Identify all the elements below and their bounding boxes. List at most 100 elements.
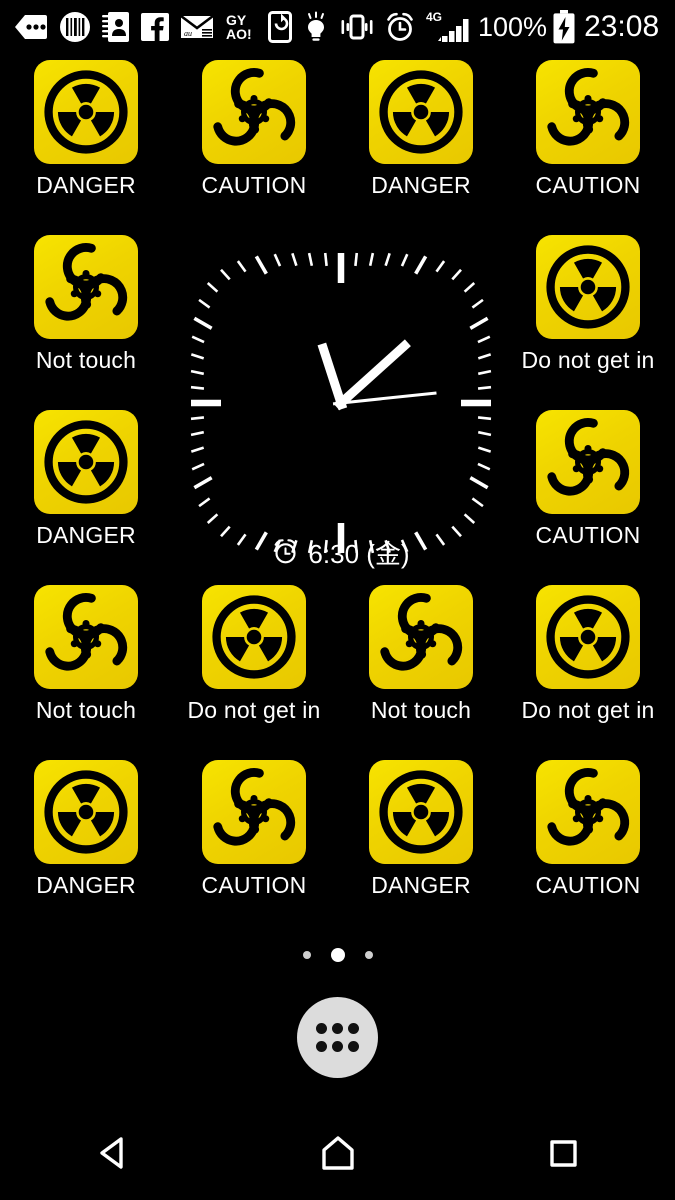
apps-grid-icon-dot (348, 1041, 360, 1053)
radiation-icon (34, 760, 138, 864)
radiation-icon (369, 60, 473, 164)
page-indicator[interactable] (0, 945, 675, 965)
radiation-icon (202, 585, 306, 689)
biohazard-symbol (212, 768, 296, 846)
app-label: Do not get in (187, 697, 321, 723)
recents-icon[interactable] (503, 1113, 623, 1193)
email-icon: au (180, 14, 214, 40)
radiation-icon (34, 60, 138, 164)
barcode-circle-icon (59, 11, 91, 43)
app-icon-do-not-get-in[interactable]: Do not get in (504, 235, 672, 410)
radiation-symbol (44, 420, 128, 504)
app-icon-not-touch[interactable]: Not touch (2, 585, 170, 760)
app-icon-not-touch[interactable]: Not touch (2, 235, 170, 410)
app-icon-do-not-get-in[interactable]: Do not get in (170, 585, 338, 760)
app-icon-caution[interactable]: CAUTION (504, 760, 672, 935)
app-label: CAUTION (535, 522, 641, 548)
app-drawer-button[interactable] (297, 997, 378, 1078)
app-label: CAUTION (535, 872, 641, 898)
screen-rotate-icon (268, 11, 292, 43)
biohazard-icon (34, 235, 138, 339)
app-icon-danger[interactable]: DANGER (337, 60, 505, 235)
app-label: Not touch (35, 347, 137, 373)
facebook-icon (141, 13, 169, 41)
navigation-bar[interactable] (0, 1105, 675, 1200)
app-icon-caution[interactable]: CAUTION (504, 410, 672, 585)
light-bulb-icon (303, 11, 329, 43)
biohazard-symbol (546, 768, 630, 846)
app-icon-danger[interactable]: DANGER (2, 410, 170, 585)
page-dot-0[interactable] (302, 951, 311, 959)
radiation-icon (369, 760, 473, 864)
biohazard-symbol (212, 68, 296, 146)
app-label: Do not get in (521, 347, 655, 373)
biohazard-symbol (379, 593, 463, 671)
radiation-icon (34, 410, 138, 514)
biohazard-icon (536, 60, 640, 164)
app-label: Not touch (35, 697, 137, 723)
status-bar[interactable]: au GY AO! 4G 100% 23:08 (0, 0, 675, 54)
app-label: DANGER (371, 872, 471, 898)
alarm-time-label: 6:30 (金) (308, 539, 410, 569)
biohazard-icon (536, 410, 640, 514)
home-icon[interactable] (278, 1113, 398, 1193)
app-icon-danger[interactable]: DANGER (337, 760, 505, 935)
app-label: CAUTION (201, 872, 307, 898)
app-icon-not-touch[interactable]: Not touch (337, 585, 505, 760)
clock-face (190, 252, 492, 554)
biohazard-symbol (44, 243, 128, 321)
app-icon-caution[interactable]: CAUTION (170, 60, 338, 235)
app-label: CAUTION (201, 172, 307, 198)
analog-clock-widget[interactable]: 6:30 (金) (176, 238, 506, 568)
radiation-symbol (44, 70, 128, 154)
radiation-symbol (546, 245, 630, 329)
app-icon-danger[interactable]: DANGER (2, 760, 170, 935)
network-type-label: 4G (426, 10, 442, 24)
page-dot-2[interactable] (364, 951, 373, 959)
radiation-symbol (379, 770, 463, 854)
radiation-icon (536, 235, 640, 339)
app-icon-danger[interactable]: DANGER (2, 60, 170, 235)
battery-charging-icon (552, 10, 576, 44)
biohazard-symbol (546, 418, 630, 496)
contacts-book-icon (102, 11, 130, 43)
app-icon-caution[interactable]: CAUTION (504, 60, 672, 235)
alarm-clock-icon (385, 12, 415, 42)
app-icon-caution[interactable]: CAUTION (170, 760, 338, 935)
radiation-symbol (379, 70, 463, 154)
page-dot-1[interactable] (330, 948, 345, 962)
biohazard-icon (202, 760, 306, 864)
apps-grid-icon-dot (348, 1022, 360, 1034)
biohazard-icon (202, 60, 306, 164)
apps-grid-icon-dot (315, 1041, 327, 1053)
apps-grid-icon-dot (315, 1022, 327, 1034)
messages-icon (14, 14, 48, 40)
gyao-icon: GY AO! (225, 11, 257, 43)
app-label: DANGER (36, 872, 136, 898)
battery-percent-label: 100% (478, 11, 548, 42)
biohazard-icon (34, 585, 138, 689)
biohazard-icon (369, 585, 473, 689)
app-label: DANGER (36, 172, 136, 198)
app-label: Do not get in (521, 697, 655, 723)
status-bar-clock: 23:08 (584, 10, 660, 43)
vibrate-icon (340, 13, 374, 41)
alarm-row[interactable]: 6:30 (金) (176, 538, 506, 570)
app-icon-do-not-get-in[interactable]: Do not get in (504, 585, 672, 760)
app-label: DANGER (36, 522, 136, 548)
back-icon[interactable] (53, 1113, 173, 1193)
apps-grid-icon-dot (331, 1022, 343, 1034)
app-label: DANGER (371, 172, 471, 198)
alarm-clock-icon (272, 538, 299, 570)
app-label: Not touch (370, 697, 472, 723)
biohazard-symbol (44, 593, 128, 671)
radiation-icon (536, 585, 640, 689)
gyao-line-2: AO! (226, 26, 252, 42)
biohazard-icon (536, 760, 640, 864)
signal-4g-icon: 4G (426, 10, 472, 44)
apps-grid-icon-dot (331, 1041, 343, 1053)
svg-text:au: au (184, 29, 192, 38)
biohazard-symbol (546, 68, 630, 146)
radiation-symbol (546, 595, 630, 679)
radiation-symbol (44, 770, 128, 854)
